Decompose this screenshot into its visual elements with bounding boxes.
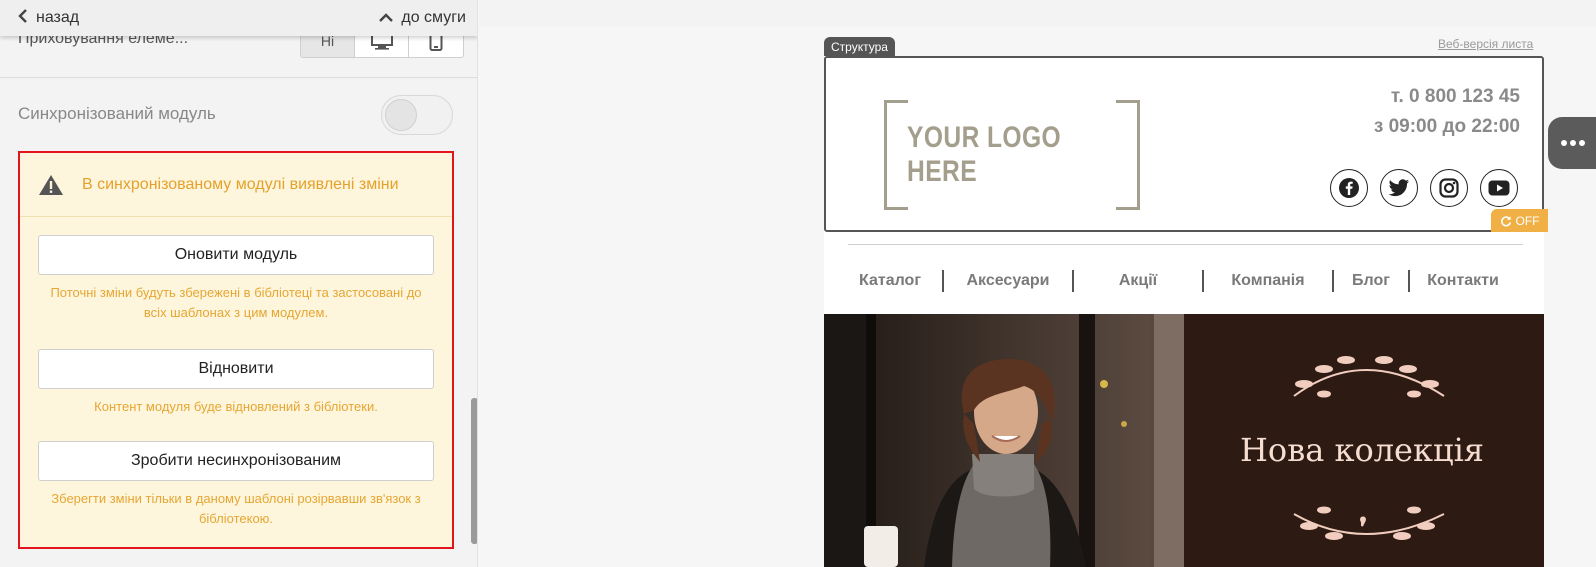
dot-icon	[1570, 140, 1576, 146]
email-canvas: Структура Веб-версія листа YOUR LOGO HER…	[479, 0, 1596, 567]
sync-module-row: Синхронізований модуль	[0, 78, 477, 150]
chevron-up-icon	[379, 10, 394, 27]
to-strip-button[interactable]: до смуги	[379, 9, 466, 27]
restore-hint: Контент модуля буде відновлений з бібліо…	[94, 399, 378, 414]
settings-panel: Приховування елеме... Ні назад до смуги …	[0, 0, 478, 567]
back-label: назад	[36, 9, 80, 26]
to-strip-label: до смуги	[401, 9, 466, 26]
sync-module-label: Синхронізований модуль	[18, 104, 216, 123]
phone-number: т. 0 800 123 45	[1390, 86, 1520, 107]
email-menu: Каталог Аксесуари Акції Компанія Блог Ко…	[838, 263, 1544, 299]
menu-item-sales[interactable]: Акції	[1074, 272, 1202, 290]
update-module-hint: Поточні зміни будуть збережені в бібліот…	[50, 285, 422, 320]
logo-text: YOUR LOGO HERE	[907, 121, 1062, 188]
web-version-link[interactable]: Веб-версія листа	[1438, 37, 1533, 51]
hero-image: Нова колекція	[824, 314, 1544, 567]
menu-item-blog[interactable]: Блог	[1334, 272, 1408, 290]
off-badge-label: OFF	[1515, 213, 1540, 228]
toggle-knob	[385, 99, 417, 131]
facebook-icon	[1339, 178, 1359, 198]
dot-icon	[1579, 140, 1585, 146]
more-options-button[interactable]	[1548, 117, 1596, 169]
hero-title: Нова колекція	[1240, 431, 1484, 469]
chevron-left-icon	[18, 9, 28, 27]
sync-changes-warning: В синхронізованому модулі виявлені зміни…	[18, 151, 454, 549]
facebook-link[interactable]	[1330, 169, 1368, 207]
working-hours: з 09:00 до 22:00	[1373, 116, 1520, 137]
logo-bracket-left	[884, 100, 908, 210]
back-button[interactable]: назад	[18, 9, 79, 27]
header-structure[interactable]: YOUR LOGO HERE т. 0 800 123 45 з 09:00 д…	[824, 56, 1548, 232]
sync-module-toggle[interactable]	[381, 95, 453, 135]
unsync-hint: Зберегти зміни тільки в даному шаблоні р…	[51, 491, 421, 526]
menu-item-contacts[interactable]: Контакти	[1410, 272, 1516, 290]
header-divider	[848, 244, 1523, 245]
youtube-link[interactable]	[1480, 169, 1518, 207]
unsync-button[interactable]: Зробити несинхронізованим	[38, 441, 434, 481]
dot-icon	[1561, 140, 1567, 146]
logo-bracket-right	[1116, 100, 1140, 210]
twitter-link[interactable]	[1380, 169, 1418, 207]
menu-item-company[interactable]: Компанія	[1204, 272, 1332, 290]
instagram-icon	[1439, 178, 1459, 198]
warning-header: В синхронізованому модулі виявлені зміни	[20, 153, 452, 217]
email-template: YOUR LOGO HERE т. 0 800 123 45 з 09:00 д…	[824, 56, 1548, 567]
sync-off-badge[interactable]: OFF	[1491, 209, 1548, 232]
canvas-top-strip	[479, 0, 1596, 26]
panel-scrollbar[interactable]	[471, 398, 477, 544]
hero-banner[interactable]: Нова колекція	[824, 314, 1544, 567]
contact-info: т. 0 800 123 45 з 09:00 до 22:00	[1374, 82, 1520, 142]
social-links	[1330, 169, 1518, 207]
menu-item-catalog[interactable]: Каталог	[838, 272, 942, 290]
panel-navigation-bar: назад до смуги	[0, 0, 477, 36]
update-module-button[interactable]: Оновити модуль	[38, 235, 434, 275]
youtube-icon	[1488, 180, 1510, 196]
twitter-icon	[1388, 179, 1409, 197]
warning-icon	[39, 174, 63, 195]
restore-button[interactable]: Відновити	[38, 349, 434, 389]
refresh-icon	[1500, 215, 1511, 226]
logo[interactable]: YOUR LOGO HERE	[884, 100, 1140, 210]
structure-tag[interactable]: Структура	[824, 37, 895, 57]
menu-item-accessories[interactable]: Аксесуари	[944, 272, 1072, 290]
warning-title: В синхронізованому модулі виявлені зміни	[82, 175, 399, 193]
instagram-link[interactable]	[1430, 169, 1468, 207]
